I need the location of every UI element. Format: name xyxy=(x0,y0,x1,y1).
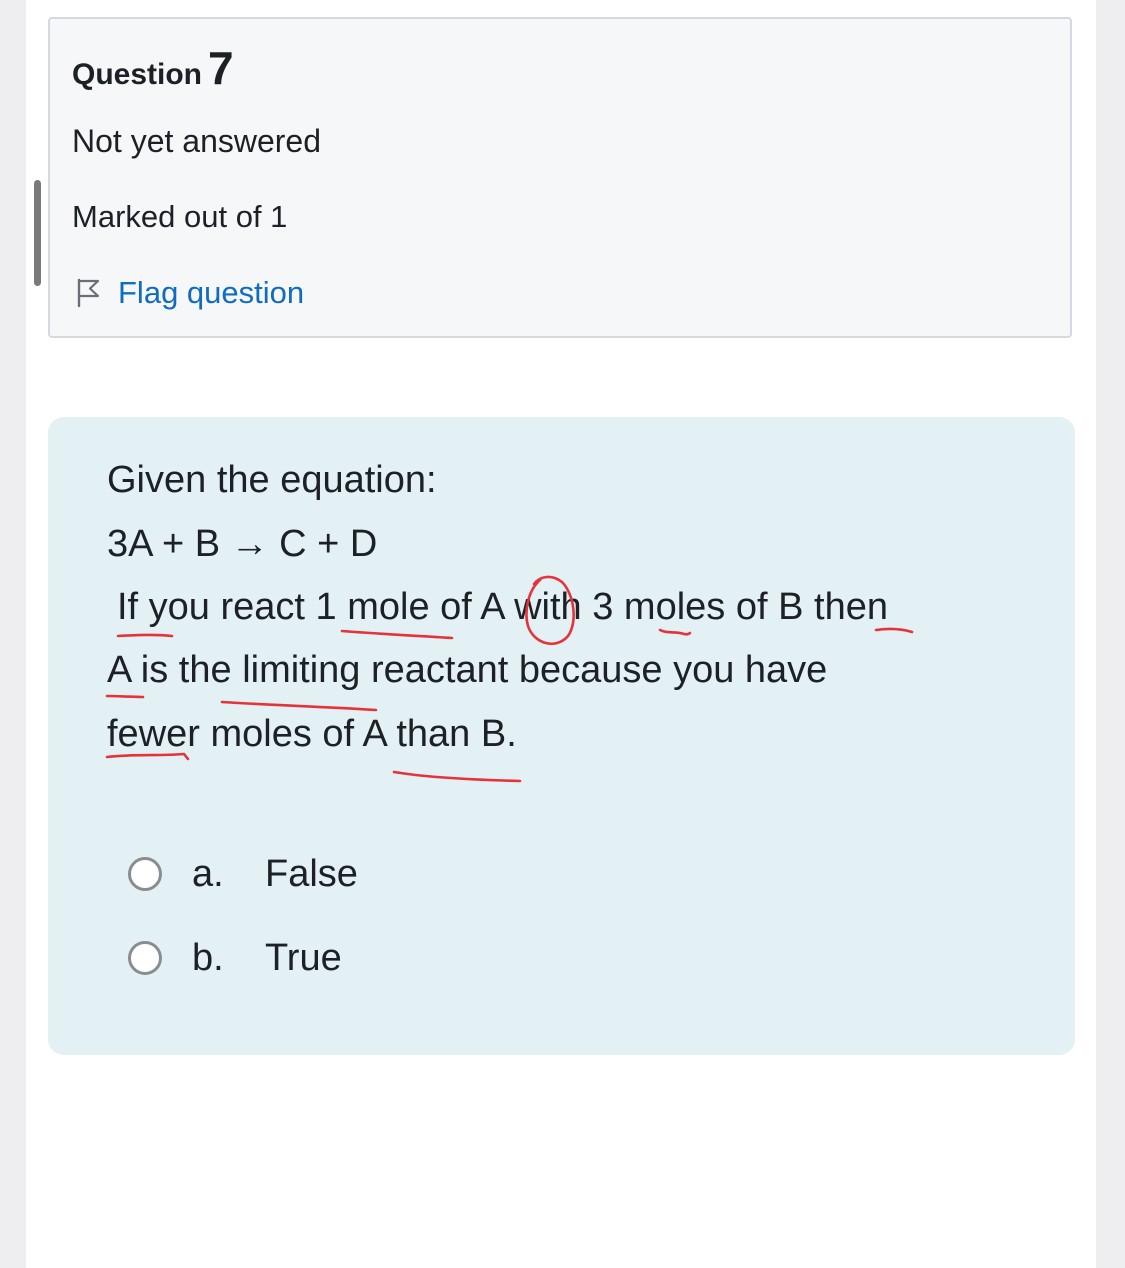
answer-letter: b. xyxy=(192,936,224,979)
question-statement-line: fewer moles of A than B. xyxy=(107,713,517,755)
answer-letter: a. xyxy=(192,852,224,895)
question-title-label: Question xyxy=(72,58,203,91)
flag-icon xyxy=(72,276,118,310)
question-title: Question 7 xyxy=(72,41,234,95)
question-intro: Given the equation: xyxy=(107,459,437,501)
radio-button[interactable] xyxy=(128,941,162,975)
flag-question-link[interactable]: Flag question xyxy=(72,273,304,313)
question-statement-line: A is the limiting reactant because you h… xyxy=(107,649,828,691)
question-marks: Marked out of 1 xyxy=(72,199,288,234)
answer-label: True xyxy=(265,936,342,979)
question-number: 7 xyxy=(208,42,234,94)
flag-question-label: Flag question xyxy=(118,275,305,310)
scroll-indicator[interactable] xyxy=(34,180,41,286)
question-info-panel: Question 7 Not yet answered Marked out of… xyxy=(48,17,1072,338)
answer-option-a[interactable]: a. False xyxy=(128,849,358,899)
chemical-equation: 3A + B → C + D xyxy=(107,523,378,565)
question-formulation: Given the equation: 3A + B → C + D If yo… xyxy=(48,417,1075,1055)
answer-label: False xyxy=(265,852,358,895)
question-status: Not yet answered xyxy=(72,123,322,159)
question-statement-line: If you react 1 mole of A with 3 moles of… xyxy=(117,586,888,628)
radio-button[interactable] xyxy=(128,857,162,891)
answer-option-b[interactable]: b. True xyxy=(128,933,342,983)
